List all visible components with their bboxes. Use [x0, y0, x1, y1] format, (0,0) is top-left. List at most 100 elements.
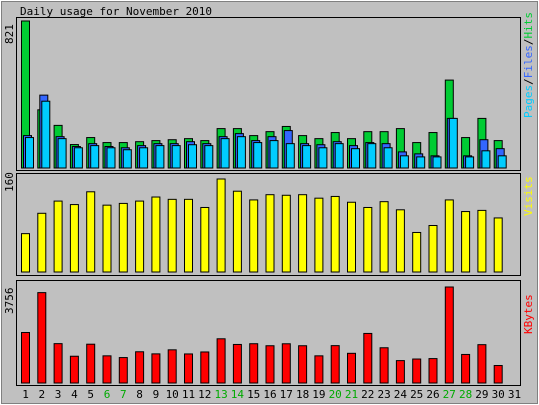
x-label-day-26: 26	[426, 388, 439, 401]
visits-bar-day-23	[379, 201, 389, 273]
kbytes-bar-day-14	[232, 343, 242, 384]
pages-bar-day-29	[481, 150, 491, 169]
visits-bar-day-14	[232, 190, 242, 273]
kbytes-bar-day-9	[151, 353, 161, 384]
x-label-day-28: 28	[459, 388, 472, 401]
x-label-day-23: 23	[377, 388, 390, 401]
visits-bar-day-22	[363, 206, 373, 273]
pages-bar-day-12	[204, 145, 214, 169]
legend-hits: Hits	[522, 12, 535, 39]
kbytes-bar-day-4	[69, 355, 79, 384]
x-label-day-8: 8	[136, 388, 143, 401]
visits-bar-day-2	[37, 212, 47, 273]
visits-bar-day-1	[21, 233, 30, 273]
pages-bar-day-7	[122, 149, 132, 169]
x-label-day-3: 3	[55, 388, 62, 401]
visits-bar-day-20	[330, 195, 340, 273]
visits-bar-day-30	[493, 217, 503, 273]
x-axis-labels: 1 2 3 4 5 6 7 8 9 10 11 12 13 14 15 16 17 18 19 20 21 22 23 24 2…	[22, 388, 521, 401]
kbytes-bar-day-17	[281, 343, 291, 384]
x-label-day-14: 14	[231, 388, 245, 401]
pages-bar-day-28	[465, 156, 475, 169]
x-label-day-24: 24	[394, 388, 408, 401]
visits-bar-day-11	[184, 198, 193, 273]
x-label-day-9: 9	[153, 388, 160, 401]
kbytes-bar-day-5	[86, 343, 96, 384]
x-label-day-20: 20	[329, 388, 342, 401]
pages-bar-day-30	[497, 155, 507, 169]
pages-bar-day-9	[155, 145, 165, 169]
usage-report: Daily usage for November 2010 821 160 37…	[0, 0, 539, 405]
kbytes-bar-day-24	[395, 360, 405, 384]
x-label-day-16: 16	[263, 388, 276, 401]
visits-bar-day-28	[461, 211, 471, 273]
visits-bar-day-29	[477, 209, 487, 273]
kbytes-bar-day-25	[412, 358, 422, 384]
x-label-day-12: 12	[198, 388, 211, 401]
kbytes-bar-day-27	[444, 286, 454, 384]
visits-bar-day-19	[314, 197, 324, 273]
kbytes-bar-day-7	[118, 357, 128, 384]
visits-bar-day-8	[135, 200, 145, 273]
kbytes-bar-day-3	[53, 343, 63, 384]
pages-bar-day-2	[41, 100, 51, 169]
pages-bar-day-19	[318, 147, 328, 169]
pages-bar-day-26	[432, 156, 442, 169]
hits-ymax-label: 821	[3, 24, 16, 44]
pages-bar-day-22	[367, 143, 377, 169]
visits-bar-day-10	[167, 198, 177, 273]
pages-bar-day-3	[57, 138, 67, 169]
visits-bar-day-25	[412, 231, 422, 273]
x-label-day-27: 27	[443, 388, 456, 401]
x-label-day-7: 7	[120, 388, 127, 401]
visits-bar-day-24	[395, 209, 405, 273]
x-label-day-31: 31	[508, 388, 521, 401]
daily-usage-chart: Daily usage for November 2010 821 160 37…	[0, 0, 539, 405]
x-label-day-25: 25	[410, 388, 423, 401]
pages-bar-day-17	[285, 143, 295, 169]
visits-bar-day-12	[200, 206, 210, 273]
kbytes-bar-day-15	[249, 343, 259, 384]
kbytes-bar-day-12	[200, 351, 210, 384]
legend-files: Files	[522, 45, 535, 78]
pages-bar-day-21	[351, 148, 360, 169]
visits-bar-day-15	[249, 199, 259, 273]
x-label-day-10: 10	[166, 388, 179, 401]
x-label-day-2: 2	[38, 388, 45, 401]
legend-separator-2: /	[522, 39, 535, 46]
x-label-day-13: 13	[214, 388, 227, 401]
pages-bar-day-20	[334, 143, 344, 169]
visits-bar-day-16	[265, 194, 275, 273]
pages-bar-day-1	[25, 137, 34, 169]
bar-marks	[21, 20, 507, 384]
kbytes-bar-day-26	[428, 358, 438, 384]
x-label-day-19: 19	[312, 388, 325, 401]
x-label-day-18: 18	[296, 388, 309, 401]
kbytes-bar-day-20	[330, 345, 340, 384]
x-label-day-4: 4	[71, 388, 78, 401]
visits-bar-day-9	[151, 196, 161, 273]
x-label-day-22: 22	[361, 388, 374, 401]
pages-bar-day-14	[236, 136, 246, 169]
kbytes-bar-day-13	[216, 338, 226, 384]
x-label-day-11: 11	[182, 388, 195, 401]
pages-bar-day-24	[399, 155, 409, 169]
pages-bar-day-16	[269, 140, 279, 169]
x-label-day-30: 30	[492, 388, 505, 401]
kbytes-bar-day-19	[314, 355, 324, 384]
kbytes-bar-day-16	[265, 345, 275, 384]
pages-bar-day-5	[90, 145, 100, 169]
kbytes-bar-day-18	[298, 345, 308, 384]
kbytes-bar-day-6	[102, 355, 112, 384]
x-label-day-6: 6	[104, 388, 111, 401]
visits-bar-day-27	[444, 199, 454, 273]
pages-bar-day-23	[383, 147, 393, 169]
x-label-day-21: 21	[345, 388, 358, 401]
pages-bar-day-15	[253, 142, 263, 169]
pages-bar-day-6	[106, 147, 116, 169]
visits-bar-day-4	[69, 204, 79, 273]
pages-bar-day-27	[448, 117, 458, 169]
x-label-day-29: 29	[475, 388, 488, 401]
kbytes-bar-day-1	[21, 331, 30, 384]
x-label-day-5: 5	[87, 388, 94, 401]
